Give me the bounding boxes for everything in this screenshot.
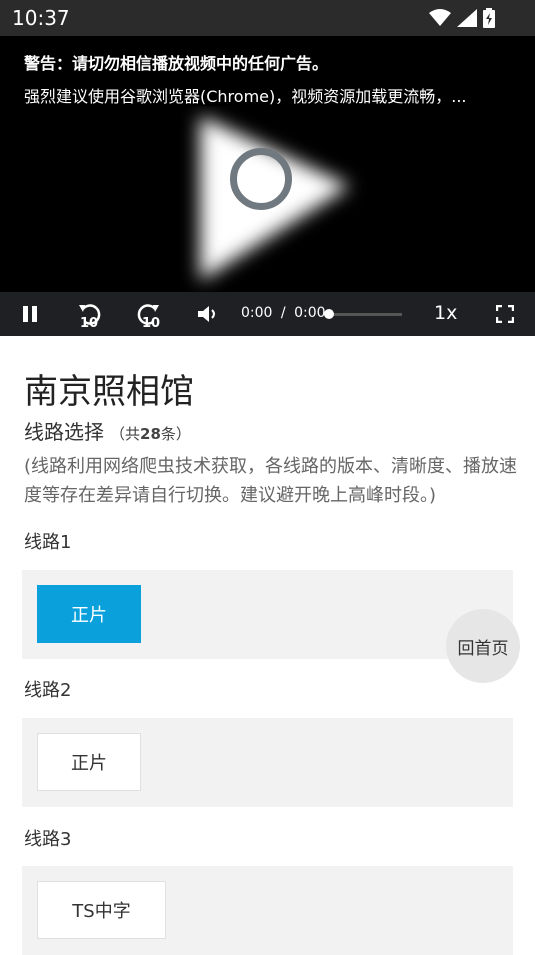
- duration: 0:00: [294, 305, 326, 321]
- route-panel-2: 正片: [22, 718, 513, 807]
- time-separator: /: [280, 305, 286, 321]
- route-count-suffix: 条）: [160, 425, 191, 443]
- status-bar: 10:37: [0, 0, 535, 36]
- progress-knob[interactable]: [324, 309, 334, 319]
- home-button[interactable]: 回首页: [446, 609, 520, 683]
- battery-icon: [483, 8, 495, 32]
- episode-button[interactable]: 正片: [37, 585, 141, 643]
- svg-text:10: 10: [80, 316, 98, 329]
- route-label-3: 线路3: [24, 829, 72, 850]
- route-panel-1: 正片: [22, 570, 513, 659]
- episode-button[interactable]: 正片: [37, 733, 141, 791]
- episode-button[interactable]: TS中字: [37, 881, 166, 939]
- player-controls: 10 10 0:00 / 0:00 1x: [0, 292, 535, 336]
- progress-bar[interactable]: [324, 309, 402, 319]
- route-label-1: 线路1: [24, 532, 72, 553]
- route-panel-3: TS中字: [22, 866, 513, 955]
- fullscreen-icon[interactable]: [490, 292, 520, 336]
- loading-spinner-icon: [230, 148, 292, 210]
- rewind-10-icon[interactable]: 10: [72, 292, 108, 336]
- route-count: （共28条）: [110, 425, 191, 443]
- status-icons: [429, 8, 495, 32]
- ad-warning-notice: 警告：请切勿相信播放视频中的任何广告。: [24, 54, 329, 73]
- route-description: (线路利用网络爬虫技术获取，各线路的版本、清晰度、播放速度等存在差异请自行切换。…: [24, 456, 518, 506]
- cell-signal-icon: [457, 9, 477, 31]
- playback-rate-button[interactable]: 1x: [434, 302, 457, 324]
- volume-icon[interactable]: [194, 292, 222, 336]
- svg-text:10: 10: [142, 316, 160, 329]
- page-title: 南京照相馆: [24, 372, 194, 412]
- forward-10-icon[interactable]: 10: [130, 292, 166, 336]
- wifi-icon: [429, 9, 451, 31]
- current-time: 0:00: [241, 305, 273, 321]
- time-display: 0:00 / 0:00: [241, 305, 326, 321]
- route-select-header: 线路选择 （共28条）: [24, 416, 191, 445]
- pause-icon[interactable]: [14, 292, 46, 336]
- route-label-2: 线路2: [24, 680, 72, 701]
- browser-recommendation-notice: 强烈建议使用谷歌浏览器(Chrome)，视频资源加载更流畅，...: [24, 87, 467, 106]
- route-count-number: 28: [140, 425, 161, 443]
- route-select-label: 线路选择: [24, 420, 104, 444]
- video-player[interactable]: 警告：请切勿相信播放视频中的任何广告。 强烈建议使用谷歌浏览器(Chrome)，…: [0, 36, 535, 336]
- status-time: 10:37: [12, 6, 70, 30]
- route-count-prefix: （共: [110, 425, 141, 443]
